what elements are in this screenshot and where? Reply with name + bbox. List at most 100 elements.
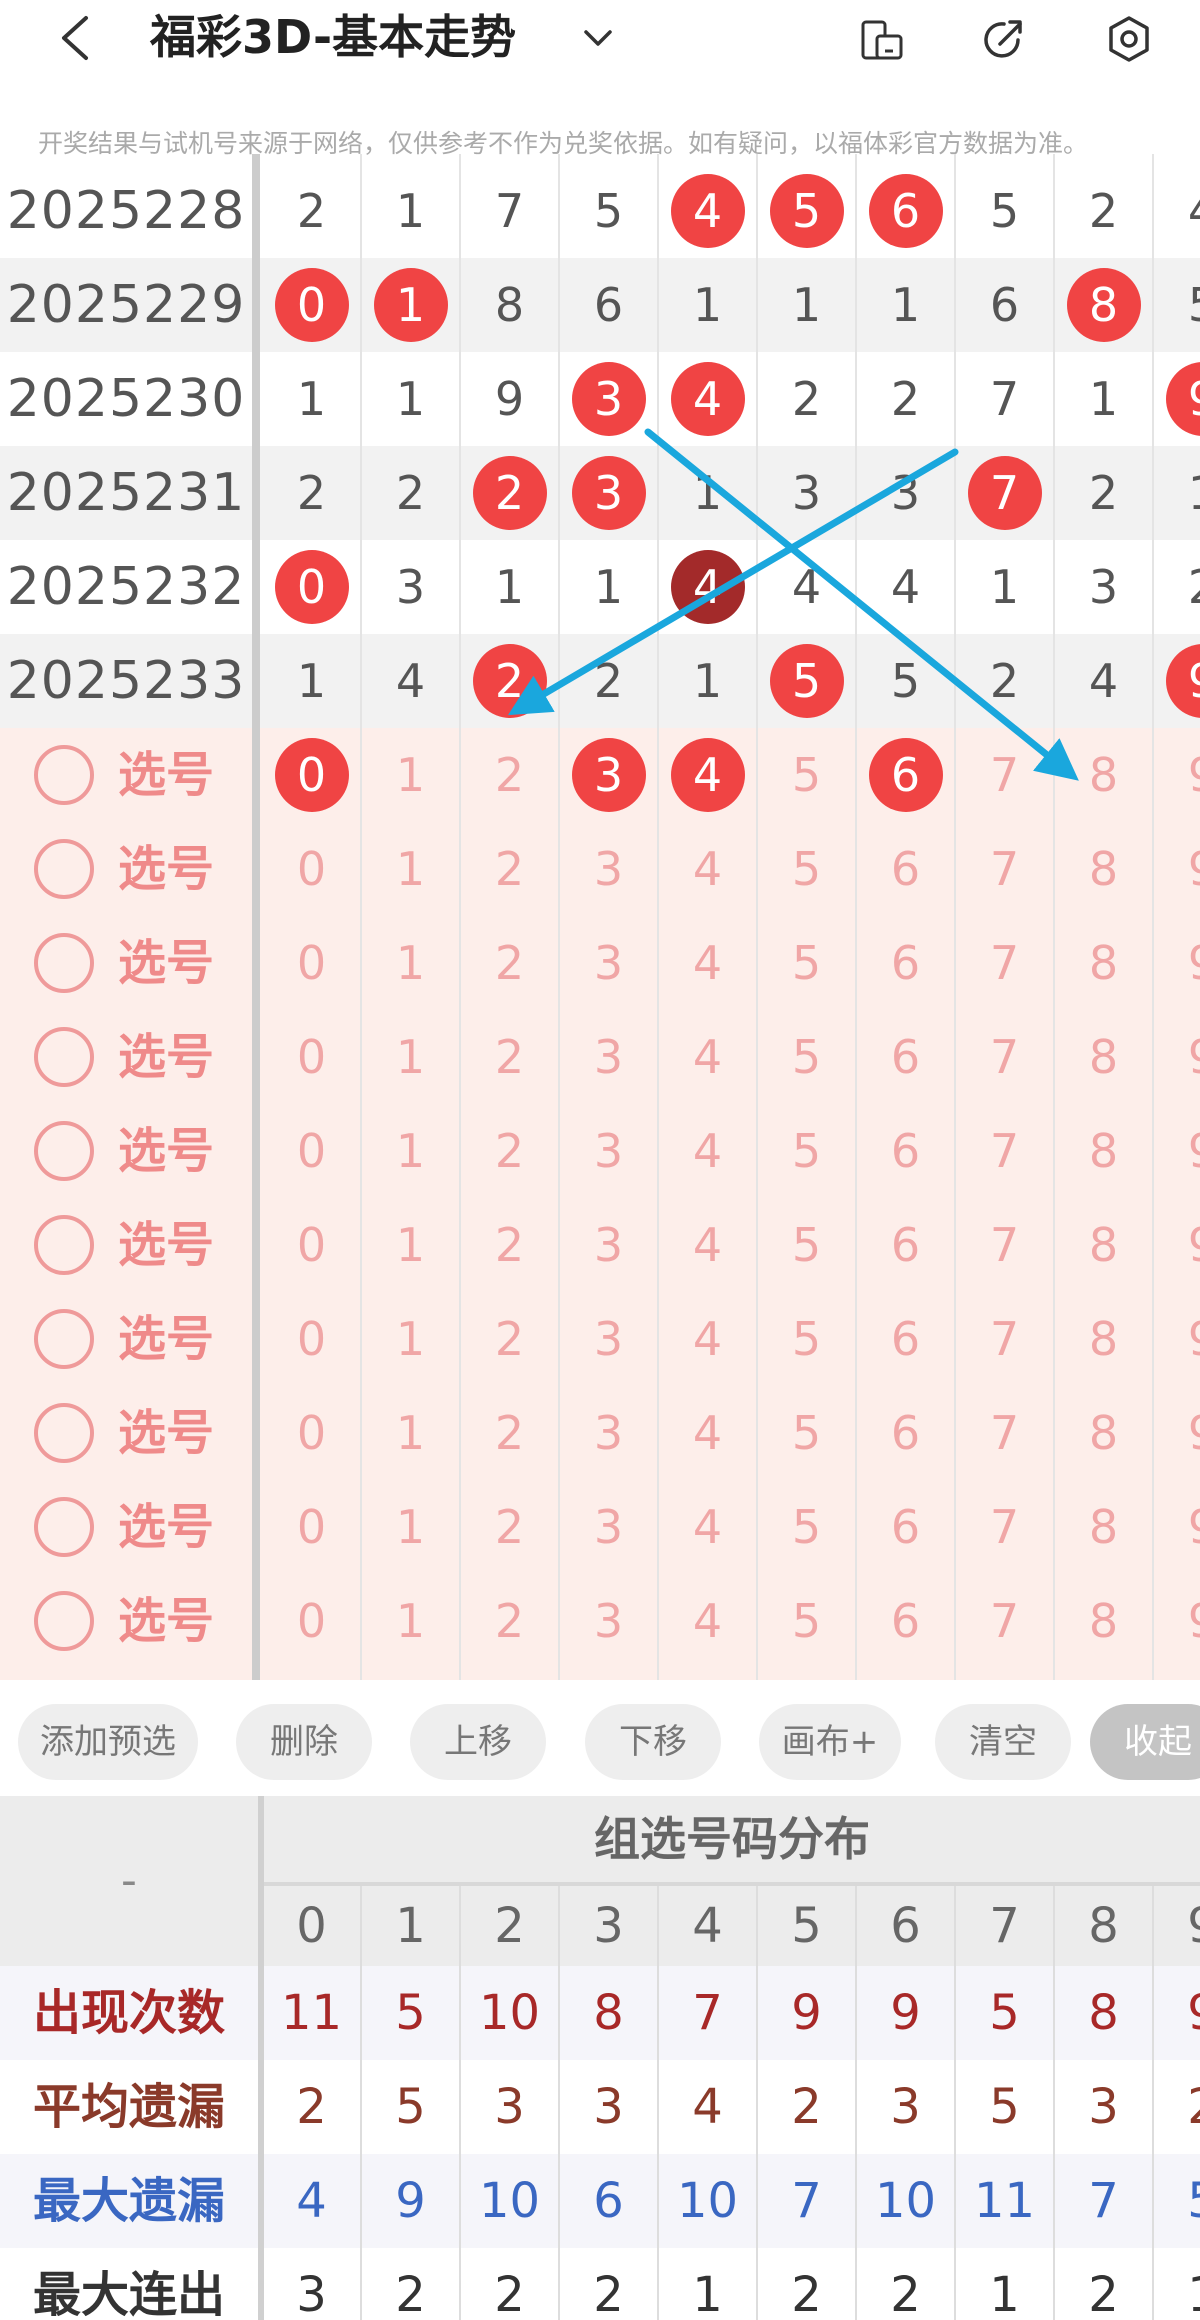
pick-number[interactable]: 5 — [757, 1480, 856, 1574]
pick-number[interactable]: 0 — [262, 1104, 361, 1198]
pick-number[interactable]: 4 — [658, 1480, 757, 1574]
pick-number[interactable]: 9 — [1153, 728, 1200, 822]
pick-number[interactable]: 9 — [1153, 1292, 1200, 1386]
settings-icon[interactable] — [1104, 14, 1154, 64]
pick-number[interactable]: 7 — [955, 728, 1054, 822]
hit-ball[interactable]: 3 — [571, 456, 646, 530]
select-circle[interactable] — [34, 1403, 94, 1463]
pick-number[interactable]: 3 — [559, 1104, 658, 1198]
pick-number[interactable]: 9 — [1153, 1010, 1200, 1104]
hit-ball[interactable]: 2 — [472, 456, 547, 530]
pick-number[interactable]: 5 — [757, 728, 856, 822]
pick-number[interactable]: 0 — [262, 1010, 361, 1104]
hit-ball[interactable]: 0 — [274, 550, 349, 624]
selected-number-ball[interactable]: 0 — [274, 738, 349, 812]
pick-number[interactable]: 6 — [856, 1386, 955, 1480]
pick-number[interactable]: 6 — [856, 1292, 955, 1386]
pick-number[interactable]: 3 — [559, 916, 658, 1010]
pick-number[interactable]: 9 — [1153, 822, 1200, 916]
pick-row-label[interactable]: 选号 — [118, 1198, 214, 1292]
chevron-left-icon[interactable] — [56, 14, 96, 62]
pick-number[interactable]: 3 — [559, 1386, 658, 1480]
selected-number-ball[interactable]: 3 — [571, 738, 646, 812]
select-circle[interactable] — [34, 1591, 94, 1651]
action-button[interactable]: 画布+ — [759, 1704, 901, 1780]
hit-ball[interactable]: 6 — [868, 174, 943, 248]
select-circle[interactable] — [34, 1121, 94, 1181]
hit-ball[interactable]: 4 — [670, 550, 745, 624]
pick-number[interactable]: 1 — [361, 822, 460, 916]
pick-number[interactable]: 6 — [856, 822, 955, 916]
pick-number[interactable]: 0 — [262, 1198, 361, 1292]
pick-number[interactable]: 8 — [1054, 1386, 1153, 1480]
select-circle[interactable] — [34, 933, 94, 993]
hit-ball[interactable]: 4 — [670, 362, 745, 436]
pick-number[interactable]: 6 — [856, 916, 955, 1010]
pick-number[interactable]: 4 — [658, 1198, 757, 1292]
pick-number[interactable]: 1 — [361, 1574, 460, 1668]
pick-number[interactable]: 4 — [658, 1574, 757, 1668]
pick-number[interactable]: 6 — [856, 1104, 955, 1198]
selected-number-ball[interactable]: 4 — [670, 738, 745, 812]
pick-number[interactable]: 7 — [955, 916, 1054, 1010]
pick-row-label[interactable]: 选号 — [118, 1010, 214, 1104]
pick-number[interactable]: 2 — [460, 1574, 559, 1668]
pick-number[interactable]: 6 — [856, 1574, 955, 1668]
pick-number[interactable]: 7 — [955, 1480, 1054, 1574]
hit-ball[interactable]: 5 — [769, 644, 844, 718]
hit-ball[interactable]: 7 — [967, 456, 1042, 530]
pick-number[interactable]: 2 — [460, 916, 559, 1010]
pick-number[interactable]: 8 — [1054, 1198, 1153, 1292]
pick-number[interactable]: 9 — [1153, 1480, 1200, 1574]
action-button[interactable]: 添加预选 — [18, 1704, 198, 1780]
pick-number[interactable]: 7 — [955, 1198, 1054, 1292]
pick-number[interactable]: 2 — [460, 728, 559, 822]
pick-number[interactable]: 4 — [658, 1386, 757, 1480]
pick-number[interactable]: 7 — [955, 1292, 1054, 1386]
pick-number[interactable]: 6 — [856, 1480, 955, 1574]
pick-number[interactable]: 1 — [361, 1198, 460, 1292]
hit-ball[interactable]: 5 — [769, 174, 844, 248]
pick-number[interactable]: 5 — [757, 1104, 856, 1198]
pick-row-label[interactable]: 选号 — [118, 1574, 214, 1668]
pick-number[interactable]: 4 — [658, 1292, 757, 1386]
select-circle[interactable] — [34, 1309, 94, 1369]
hit-ball[interactable]: 3 — [571, 362, 646, 436]
pick-number[interactable]: 7 — [955, 1574, 1054, 1668]
select-circle[interactable] — [34, 839, 94, 899]
pick-number[interactable]: 8 — [1054, 1480, 1153, 1574]
pick-number[interactable]: 1 — [361, 1010, 460, 1104]
pick-number[interactable]: 7 — [955, 1104, 1054, 1198]
pick-number[interactable]: 1 — [361, 916, 460, 1010]
pick-number[interactable]: 5 — [757, 1292, 856, 1386]
pick-number[interactable]: 4 — [658, 1104, 757, 1198]
pick-number[interactable]: 2 — [460, 822, 559, 916]
pick-number[interactable]: 5 — [757, 1386, 856, 1480]
selected-number-ball[interactable]: 6 — [868, 738, 943, 812]
hit-ball[interactable]: 1 — [373, 268, 448, 342]
pick-number[interactable]: 8 — [1054, 1010, 1153, 1104]
pick-number[interactable]: 2 — [460, 1386, 559, 1480]
pick-number[interactable]: 9 — [1153, 1386, 1200, 1480]
pick-number[interactable]: 8 — [1054, 916, 1153, 1010]
pick-number[interactable]: 1 — [361, 1292, 460, 1386]
pick-number[interactable]: 8 — [1054, 822, 1153, 916]
hit-ball[interactable]: 2 — [472, 644, 547, 718]
select-circle[interactable] — [34, 745, 94, 805]
action-button[interactable]: 收起 — [1090, 1704, 1200, 1780]
select-circle[interactable] — [34, 1215, 94, 1275]
pick-number[interactable]: 0 — [262, 1292, 361, 1386]
pick-number[interactable]: 2 — [460, 1480, 559, 1574]
pick-number[interactable]: 1 — [361, 1480, 460, 1574]
pick-number[interactable]: 2 — [460, 1104, 559, 1198]
pick-number[interactable]: 2 — [460, 1198, 559, 1292]
pick-number[interactable]: 3 — [559, 1198, 658, 1292]
pick-number[interactable]: 3 — [559, 1480, 658, 1574]
action-button[interactable]: 上移 — [410, 1704, 546, 1780]
pick-number[interactable]: 5 — [757, 1574, 856, 1668]
page-title[interactable]: 福彩3D-基本走势 — [150, 4, 516, 70]
pick-number[interactable]: 5 — [757, 916, 856, 1010]
device-toggle-icon[interactable] — [857, 14, 907, 64]
chevron-down-icon[interactable] — [580, 20, 616, 56]
pick-number[interactable]: 3 — [559, 822, 658, 916]
